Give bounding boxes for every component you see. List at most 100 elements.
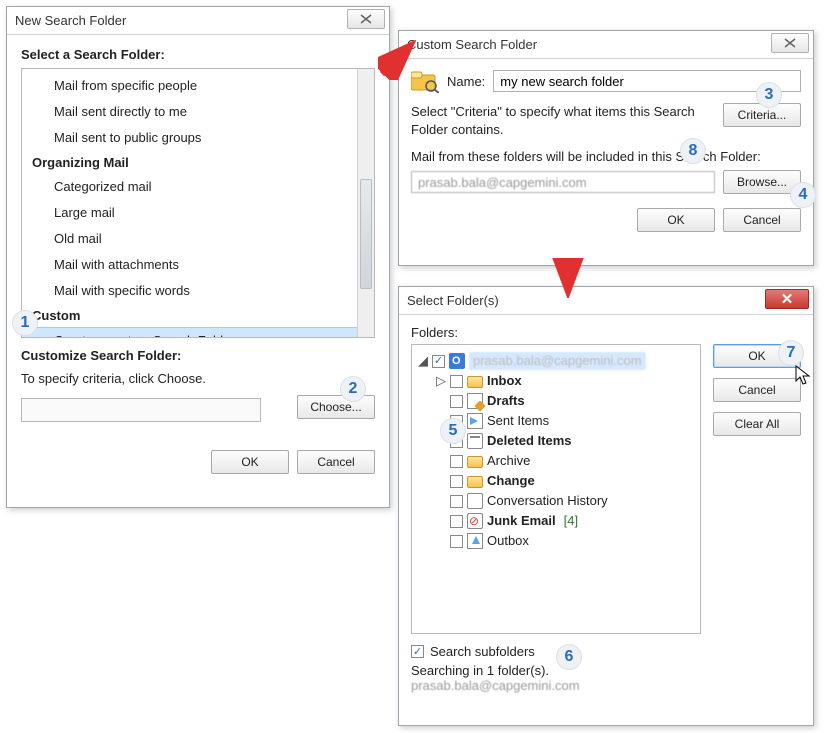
tree-item-label[interactable]: Inbox [487, 372, 522, 390]
annotation-step-6: 6 [556, 644, 582, 670]
annotation-step-4: 4 [790, 182, 816, 208]
cancel-button[interactable]: Cancel [723, 208, 801, 232]
collapse-icon[interactable]: ◢ [418, 352, 428, 370]
search-subfolders-checkbox[interactable] [411, 645, 424, 658]
annotation-step-7: 7 [778, 340, 804, 366]
name-input[interactable] [493, 70, 801, 92]
ok-button[interactable]: OK [637, 208, 715, 232]
tree-row[interactable]: Junk Email [4] [418, 511, 694, 531]
scrollbar[interactable] [357, 69, 374, 337]
new-search-folder-dialog: New Search Folder Select a Search Folder… [6, 6, 390, 508]
checkbox[interactable] [450, 395, 463, 408]
tree-row[interactable]: Change [418, 471, 694, 491]
tree-row[interactable]: Drafts [418, 391, 694, 411]
annotation-step-8: 8 [680, 138, 706, 164]
list-item[interactable]: Categorized mail [22, 174, 357, 200]
choose-button[interactable]: Choose... [297, 395, 375, 419]
clear-all-button[interactable]: Clear All [713, 412, 801, 436]
list-item[interactable]: Mail sent to public groups [22, 125, 357, 151]
unread-count: [4] [564, 512, 578, 530]
tree-root-label[interactable]: prasab.bala@capgemini.com [469, 352, 646, 370]
checkbox[interactable] [432, 355, 445, 368]
list-item[interactable]: Mail with specific words [22, 278, 357, 304]
inbox-icon [467, 376, 483, 388]
scrollbar-thumb[interactable] [360, 179, 372, 289]
dialog-title: Select Folder(s) [407, 293, 499, 308]
criteria-help-text: Select "Criteria" to specify what items … [411, 103, 713, 139]
tree-item-label[interactable]: Archive [487, 452, 530, 470]
tree-item-label[interactable]: Outbox [487, 532, 529, 550]
outbox-icon [467, 533, 483, 549]
change-icon [467, 476, 483, 488]
drafts-icon [467, 393, 483, 409]
list-item[interactable]: Large mail [22, 200, 357, 226]
list-item[interactable]: Mail from specific people [22, 73, 357, 99]
outlook-icon [449, 353, 465, 369]
close-button[interactable] [347, 9, 385, 29]
conv-icon [467, 493, 483, 509]
tree-item-label[interactable]: Change [487, 472, 535, 490]
ok-button[interactable]: OK [211, 450, 289, 474]
customize-heading: Customize Search Folder: [21, 348, 375, 363]
sent-icon [467, 413, 483, 429]
close-icon [783, 37, 797, 49]
tree-row[interactable]: Archive [418, 451, 694, 471]
list-group-custom: Custom [22, 304, 357, 327]
archive-icon [467, 456, 483, 468]
cancel-button[interactable]: Cancel [297, 450, 375, 474]
browse-button[interactable]: Browse... [723, 170, 801, 194]
folder-tree: ◢ prasab.bala@capgemini.com ▷ Inbox Drafts… [411, 344, 701, 634]
checkbox[interactable] [450, 375, 463, 388]
tree-item-label[interactable]: Deleted Items [487, 432, 572, 450]
dialog-titlebar: Custom Search Folder [399, 31, 813, 59]
close-icon: ✕ [781, 290, 794, 308]
search-folder-icon [411, 69, 439, 93]
junk-icon [467, 513, 483, 529]
checkbox[interactable] [450, 455, 463, 468]
search-subfolders-label[interactable]: Search subfolders [430, 644, 535, 659]
dialog-titlebar: Select Folder(s) ✕ [399, 287, 813, 315]
list-item-create-custom[interactable]: Create a custom Search Folder [22, 327, 357, 338]
select-folders-dialog: Select Folder(s) ✕ Folders: ◢ prasab.bal… [398, 286, 814, 726]
criteria-name-box [21, 398, 261, 422]
searching-count-text: Searching in 1 folder(s). [411, 663, 549, 678]
tree-item-label[interactable]: Drafts [487, 392, 525, 410]
name-label: Name: [447, 74, 485, 89]
custom-search-folder-dialog: Custom Search Folder Name: Select "Crite… [398, 30, 814, 266]
cancel-button[interactable]: Cancel [713, 378, 801, 402]
tree-item-label[interactable]: Junk Email [487, 512, 556, 530]
criteria-button[interactable]: Criteria... [723, 103, 801, 127]
annotation-step-1: 1 [12, 310, 38, 336]
annotation-step-2: 2 [340, 376, 366, 402]
checkbox[interactable] [450, 475, 463, 488]
searching-path: prasab.bala@capgemini.com [411, 678, 580, 693]
checkbox[interactable] [450, 515, 463, 528]
criteria-hint: To specify criteria, click Choose. [21, 371, 206, 386]
annotation-step-5: 5 [440, 418, 466, 444]
list-item[interactable]: Old mail [22, 226, 357, 252]
include-label: Mail from these folders will be included… [411, 149, 801, 164]
dialog-title: Custom Search Folder [407, 37, 537, 52]
expand-icon[interactable]: ▷ [436, 372, 446, 390]
checkbox[interactable] [450, 495, 463, 508]
dialog-titlebar: New Search Folder [7, 7, 389, 35]
close-button[interactable]: ✕ [765, 289, 809, 309]
select-folder-heading: Select a Search Folder: [21, 47, 375, 62]
tree-item-label[interactable]: Conversation History [487, 492, 608, 510]
list-item[interactable]: Mail with attachments [22, 252, 357, 278]
cursor-icon [795, 365, 813, 387]
list-item[interactable]: Mail sent directly to me [22, 99, 357, 125]
tree-row[interactable]: Outbox [418, 531, 694, 551]
tree-row-root[interactable]: ◢ prasab.bala@capgemini.com [418, 351, 694, 371]
checkbox[interactable] [450, 535, 463, 548]
include-folders-input[interactable] [411, 171, 715, 193]
deleted-icon [467, 433, 483, 449]
search-folder-list: Mail from specific people Mail sent dire… [21, 68, 375, 338]
annotation-step-3: 3 [756, 82, 782, 108]
tree-item-label[interactable]: Sent Items [487, 412, 549, 430]
close-button[interactable] [771, 33, 809, 53]
tree-row[interactable]: Conversation History [418, 491, 694, 511]
list-group-organizing: Organizing Mail [22, 151, 357, 174]
tree-row[interactable]: ▷ Inbox [418, 371, 694, 391]
folders-label: Folders: [411, 325, 801, 340]
